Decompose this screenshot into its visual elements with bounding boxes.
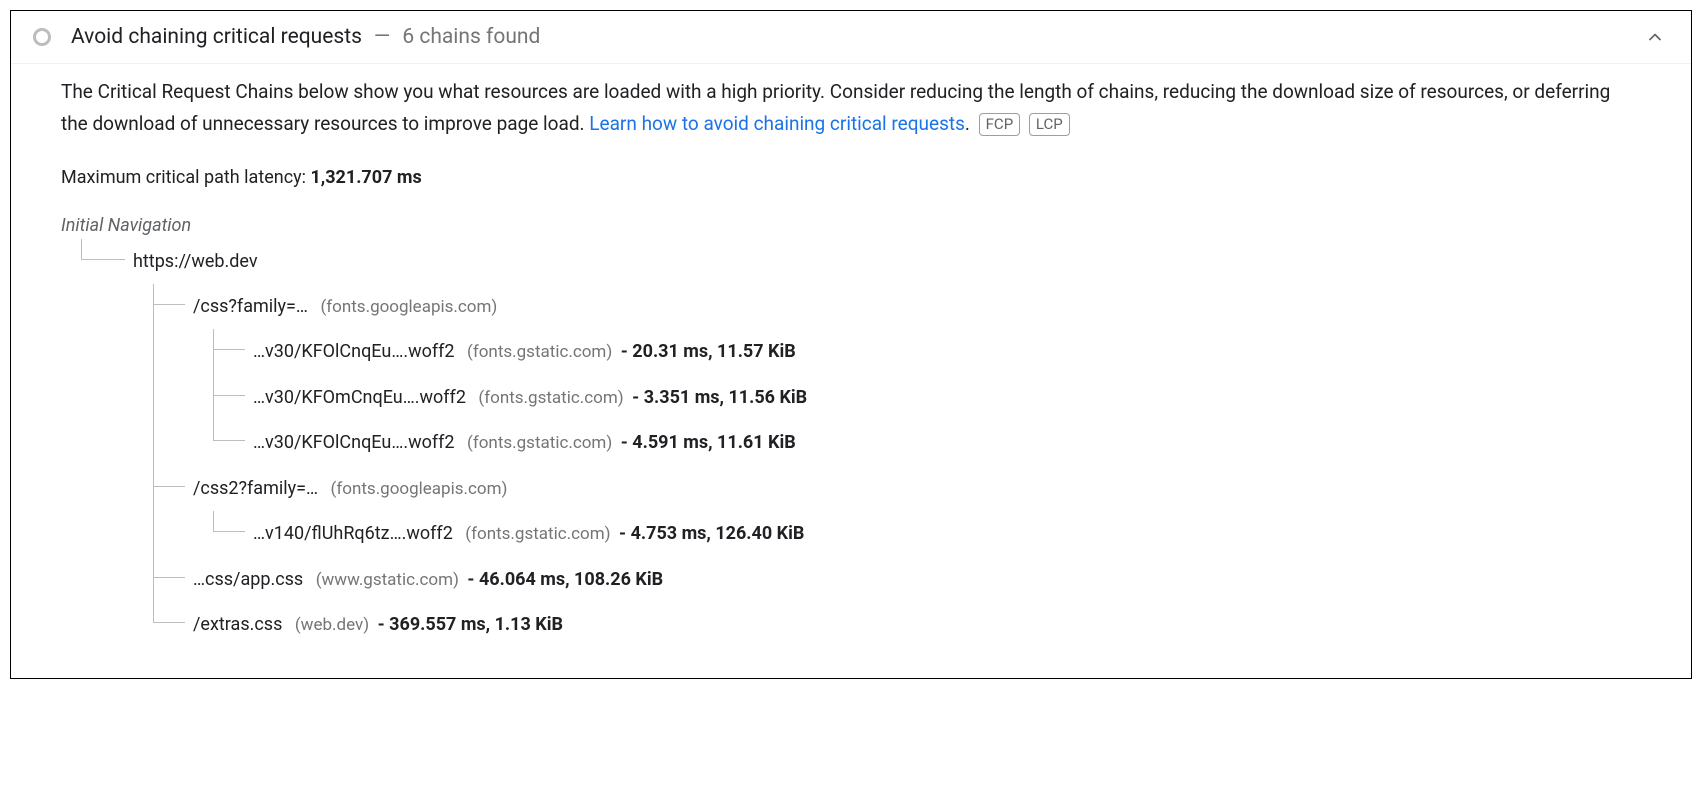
node-url: /css?family=…	[193, 296, 308, 317]
audit-description: The Critical Request Chains below show y…	[61, 76, 1641, 141]
learn-more-link[interactable]: Learn how to avoid chaining critical req…	[589, 112, 965, 135]
tree-node: /extras.css (web.dev) - 369.557 ms, 1.13…	[133, 602, 1641, 648]
node-stats: - 4.591 ms, 11.61 KiB	[621, 432, 796, 453]
tree-node: /css2?family=… (fonts.googleapis.com) …v…	[133, 466, 1641, 557]
node-stats: - 46.064 ms, 108.26 KiB	[467, 569, 663, 590]
audit-body: The Critical Request Chains below show y…	[11, 64, 1691, 678]
node-host: (fonts.gstatic.com)	[465, 524, 610, 544]
node-url: /css2?family=…	[193, 478, 318, 499]
node-url: https://web.dev	[133, 251, 258, 272]
node-url: …v30/KFOlCnqEu….woff2	[253, 432, 455, 453]
node-url: /extras.css	[193, 614, 282, 635]
audit-count: 6 chains found	[402, 25, 540, 49]
node-stats: - 20.31 ms, 11.57 KiB	[621, 341, 796, 362]
tree-node: …v140/flUhRq6tz….woff2 (fonts.gstatic.co…	[193, 511, 1641, 557]
tree-node: …v30/KFOlCnqEu….woff2 (fonts.gstatic.com…	[193, 420, 1641, 466]
node-host: (fonts.gstatic.com)	[478, 388, 623, 408]
node-host: (fonts.googleapis.com)	[320, 297, 497, 317]
audit-title: Avoid chaining critical requests	[71, 25, 362, 49]
tree-node: /css?family=… (fonts.googleapis.com) …v3…	[133, 284, 1641, 466]
node-stats: - 369.557 ms, 1.13 KiB	[378, 614, 563, 635]
status-circle-icon	[33, 28, 51, 46]
initial-navigation-label: Initial Navigation	[61, 212, 1641, 239]
period: .	[965, 112, 970, 135]
node-host: (fonts.gstatic.com)	[467, 342, 612, 362]
dash-separator: —	[374, 25, 390, 49]
tree-node: …css/app.css (www.gstatic.com) - 46.064 …	[133, 557, 1641, 603]
chevron-up-icon[interactable]	[1643, 25, 1667, 49]
node-host: (www.gstatic.com)	[316, 570, 459, 590]
node-host: (web.dev)	[295, 615, 369, 635]
node-stats: - 3.351 ms, 11.56 KiB	[632, 387, 807, 408]
node-stats: - 4.753 ms, 126.40 KiB	[619, 523, 804, 544]
max-latency: Maximum critical path latency: 1,321.707…	[61, 167, 1641, 188]
node-url: …v140/flUhRq6tz….woff2	[253, 523, 453, 544]
node-url: …css/app.css	[193, 569, 303, 590]
latency-label: Maximum critical path latency:	[61, 167, 310, 188]
audit-header[interactable]: Avoid chaining critical requests — 6 cha…	[11, 11, 1691, 64]
node-host: (fonts.gstatic.com)	[467, 433, 612, 453]
node-url: …v30/KFOlCnqEu….woff2	[253, 341, 455, 362]
node-host: (fonts.googleapis.com)	[331, 479, 508, 499]
tree-node: …v30/KFOmCnqEu….woff2 (fonts.gstatic.com…	[193, 375, 1641, 421]
tree-root-node: https://web.dev /css?family=… (fonts.goo…	[61, 239, 1641, 648]
metric-badge-fcp: FCP	[979, 113, 1021, 136]
metric-badge-lcp: LCP	[1029, 113, 1070, 136]
node-url: …v30/KFOmCnqEu….woff2	[253, 387, 466, 408]
request-chain-tree: Initial Navigation https://web.dev /css?…	[61, 212, 1641, 648]
latency-value: 1,321.707 ms	[310, 167, 421, 188]
tree-node: …v30/KFOlCnqEu….woff2 (fonts.gstatic.com…	[193, 329, 1641, 375]
audit-card: Avoid chaining critical requests — 6 cha…	[10, 10, 1692, 679]
